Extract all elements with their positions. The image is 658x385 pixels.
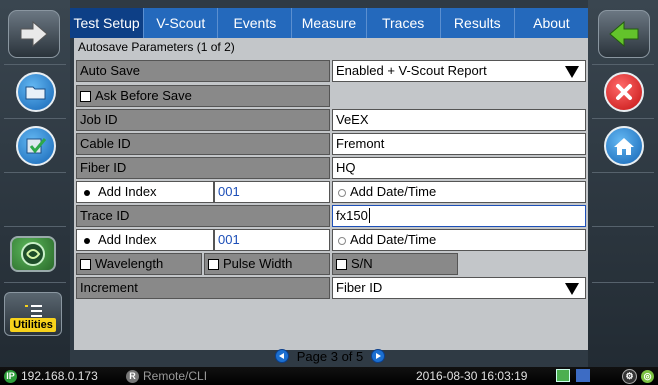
system-icons: ⚙ ◎ bbox=[622, 369, 654, 384]
checkbox-icon[interactable] bbox=[80, 91, 91, 103]
forward-arrow-button[interactable] bbox=[8, 10, 60, 58]
wavelength-label: Wavelength bbox=[95, 256, 164, 271]
left-rail: Utilities bbox=[0, 0, 70, 367]
home-button[interactable] bbox=[604, 126, 644, 166]
trace-id-label: Trace ID bbox=[76, 205, 330, 227]
auto-save-label: Auto Save bbox=[76, 60, 330, 82]
battery-icon bbox=[556, 369, 570, 382]
folder-icon bbox=[25, 86, 46, 100]
trace-add-index-label: Add Index bbox=[98, 232, 157, 247]
ask-before-save-label: Ask Before Save bbox=[95, 88, 192, 103]
remote-icon: R bbox=[126, 369, 139, 383]
tab-traces[interactable]: Traces bbox=[366, 8, 441, 38]
tab-about[interactable]: About bbox=[514, 8, 588, 38]
ip-status: IP 192.168.0.173 bbox=[4, 369, 98, 383]
datetime-text: 2016-08-30 16:03:19 bbox=[416, 369, 528, 383]
trace-id-input[interactable]: fx150 bbox=[332, 205, 586, 227]
fiber-add-date-radio[interactable]: Add Date/Time bbox=[332, 181, 586, 203]
fiber-index-input[interactable]: 001 bbox=[214, 181, 330, 203]
tab-measure[interactable]: Measure bbox=[292, 8, 367, 38]
checkbox-icon[interactable] bbox=[80, 259, 91, 271]
trace-id-value: fx150 bbox=[336, 208, 368, 223]
ip-icon: IP bbox=[4, 369, 17, 383]
back-arrow-icon bbox=[609, 21, 639, 47]
wavelength-checkbox[interactable]: Wavelength bbox=[76, 253, 202, 275]
remote-label: Remote/CLI bbox=[143, 369, 208, 383]
increment-value: Fiber ID bbox=[336, 280, 383, 295]
back-button[interactable] bbox=[598, 10, 650, 58]
next-page-button[interactable] bbox=[371, 349, 386, 363]
tab-results[interactable]: Results bbox=[440, 8, 515, 38]
tab-test-setup[interactable]: Test Setup bbox=[70, 8, 145, 38]
sn-checkbox[interactable]: S/N bbox=[332, 253, 458, 275]
job-id-input[interactable]: VeEX bbox=[332, 109, 586, 131]
checkbox-icon[interactable] bbox=[336, 259, 347, 271]
vscout-logo-icon bbox=[21, 242, 45, 266]
signal-icon bbox=[576, 369, 590, 382]
close-button[interactable] bbox=[604, 72, 644, 112]
datetime-status: 2016-08-30 16:03:19 bbox=[416, 369, 527, 383]
arrow-right-icon bbox=[20, 21, 48, 47]
ask-before-save-checkbox[interactable]: Ask Before Save bbox=[76, 85, 330, 107]
auto-save-value: Enabled + V-Scout Report bbox=[336, 63, 487, 78]
trace-add-date-label: Add Date/Time bbox=[350, 232, 437, 247]
remote-status: R Remote/CLI bbox=[126, 369, 207, 383]
right-rail bbox=[588, 0, 658, 367]
dropdown-arrow-icon bbox=[565, 66, 579, 78]
open-file-button[interactable] bbox=[16, 72, 56, 112]
dropdown-arrow-icon bbox=[565, 283, 579, 295]
tab-bar: Test Setup V-Scout Events Measure Traces… bbox=[70, 8, 588, 38]
radio-selected-icon[interactable] bbox=[84, 189, 90, 196]
fiber-id-input[interactable]: HQ bbox=[332, 157, 586, 179]
close-icon bbox=[616, 84, 632, 100]
page-indicator: Page 3 of 5 bbox=[296, 348, 364, 364]
radio-selected-icon[interactable] bbox=[84, 237, 90, 244]
vscout-button[interactable] bbox=[10, 236, 56, 272]
increment-dropdown[interactable]: Fiber ID bbox=[332, 277, 586, 299]
menu-list-icon bbox=[25, 305, 42, 317]
text-cursor bbox=[368, 208, 370, 223]
home-icon bbox=[614, 138, 634, 155]
arrow-right-icon bbox=[376, 353, 382, 359]
prev-page-button[interactable] bbox=[274, 349, 289, 363]
trace-add-date-radio[interactable]: Add Date/Time bbox=[332, 229, 586, 251]
pulse-width-checkbox[interactable]: Pulse Width bbox=[204, 253, 330, 275]
cable-id-input[interactable]: Fremont bbox=[332, 133, 586, 155]
autosave-panel: Autosave Parameters (1 of 2) Auto Save E… bbox=[74, 38, 590, 350]
increment-label: Increment bbox=[76, 277, 330, 299]
fiber-add-date-label: Add Date/Time bbox=[350, 184, 437, 199]
fiber-add-index-label: Add Index bbox=[98, 184, 157, 199]
sn-label: S/N bbox=[351, 256, 373, 271]
trace-index-input[interactable]: 001 bbox=[214, 229, 330, 251]
battery-status bbox=[556, 369, 590, 382]
radio-unselected-icon[interactable] bbox=[338, 188, 346, 197]
pulse-width-label: Pulse Width bbox=[223, 256, 293, 271]
arrow-left-icon bbox=[278, 353, 284, 359]
pager: Page 3 of 5 bbox=[260, 346, 400, 366]
tab-events[interactable]: Events bbox=[218, 8, 293, 38]
trace-add-index-radio[interactable]: Add Index bbox=[76, 229, 214, 251]
fiber-id-label: Fiber ID bbox=[76, 157, 330, 179]
status-bar: IP 192.168.0.173 R Remote/CLI 2016-08-30… bbox=[0, 367, 658, 385]
save-button[interactable] bbox=[16, 126, 56, 166]
section-title: Autosave Parameters (1 of 2) bbox=[78, 40, 235, 54]
utilities-label: Utilities bbox=[10, 318, 56, 332]
auto-save-dropdown[interactable]: Enabled + V-Scout Report bbox=[332, 60, 586, 82]
settings-icon: ⚙ bbox=[622, 369, 637, 384]
vscout-status-icon: ◎ bbox=[641, 370, 654, 383]
ip-address: 192.168.0.173 bbox=[21, 369, 98, 383]
tab-v-scout[interactable]: V-Scout bbox=[144, 8, 219, 38]
fiber-add-index-radio[interactable]: Add Index bbox=[76, 181, 214, 203]
save-check-icon bbox=[26, 138, 47, 154]
checkbox-icon[interactable] bbox=[208, 259, 219, 271]
job-id-label: Job ID bbox=[76, 109, 330, 131]
cable-id-label: Cable ID bbox=[76, 133, 330, 155]
utilities-button[interactable]: Utilities bbox=[4, 292, 62, 336]
radio-unselected-icon[interactable] bbox=[338, 236, 346, 245]
